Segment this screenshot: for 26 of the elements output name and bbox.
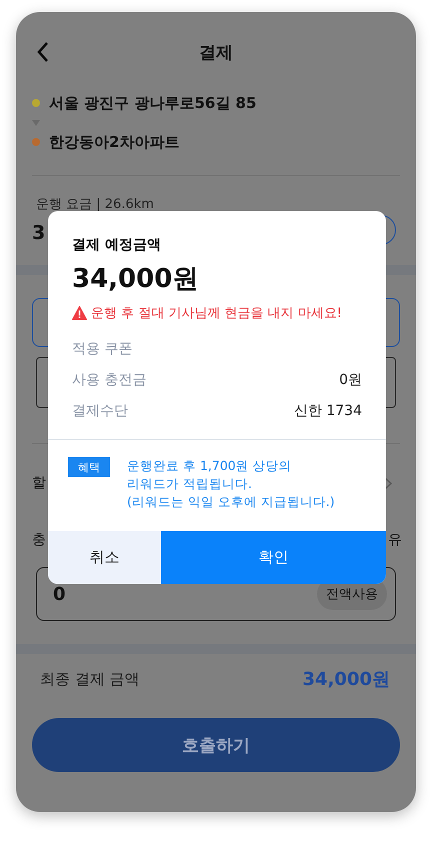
detail-value: 신한 1734 <box>294 402 362 420</box>
address-text: 서울 광진구 광나루로56길 85 <box>49 94 256 112</box>
call-button[interactable]: 호출하기 <box>32 718 400 772</box>
back-icon[interactable] <box>36 41 50 63</box>
detail-label: 결제수단 <box>72 402 128 420</box>
detail-label: 사용 충전금 <box>72 371 146 389</box>
final-amount: 34,000원 <box>302 668 390 691</box>
confirm-button[interactable]: 확인 <box>161 531 386 584</box>
chevron-right-icon[interactable] <box>384 476 392 490</box>
detail-value: 0원 <box>339 371 362 389</box>
final-amount-label: 최종 결제 금액 <box>40 670 140 688</box>
cancel-button[interactable]: 취소 <box>48 531 161 584</box>
warning-text: 운행 후 절대 기사님께 현금을 내지 마세요! <box>91 305 342 322</box>
dialog-title: 결제 예정금액 <box>72 236 162 255</box>
address-text: 한강동아2차아파트 <box>49 132 180 152</box>
fare-amount: 3 <box>32 221 46 246</box>
detail-label: 적용 쿠폰 <box>72 340 132 358</box>
row-note: 유 <box>388 531 402 549</box>
benefit-tag: 혜택 <box>68 457 110 477</box>
row-label: 충 <box>32 531 46 549</box>
benefit-text: 운행완료 후 1,700원 상당의 리워드가 적립됩니다. (리워드는 익일 오후에 지급됩니다.) <box>127 457 335 511</box>
dialog-amount: 34,000원 <box>72 263 200 296</box>
page-title: 결제 <box>199 42 233 64</box>
fare-label: 운행 요금 | 26.6km <box>35 197 154 213</box>
warning-icon <box>72 306 87 320</box>
row-label: 할 <box>32 474 46 492</box>
